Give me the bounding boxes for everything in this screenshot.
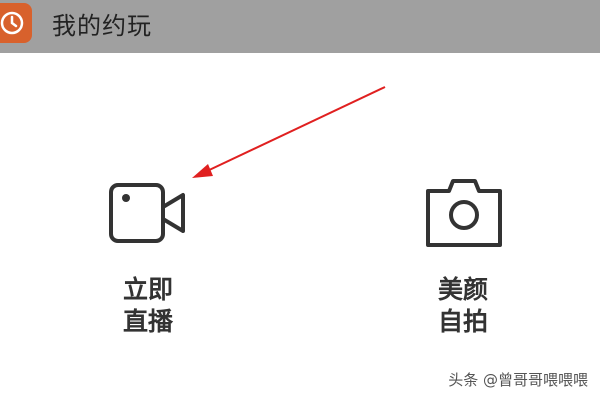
camera-icon — [426, 179, 502, 247]
video-camera-icon — [109, 183, 185, 243]
beauty-selfie-button[interactable]: 美颜 自拍 — [403, 175, 523, 345]
watermark-text: 头条 @曾哥哥喂喂喂 — [448, 371, 588, 389]
live-stream-button[interactable]: 立即 直播 — [88, 175, 208, 345]
live-stream-label-line1: 立即 — [122, 275, 173, 304]
beauty-selfie-label-line1: 美颜 — [437, 275, 488, 304]
page-title: 我的约玩 — [52, 12, 152, 40]
beauty-selfie-label-line2: 自拍 — [437, 307, 488, 336]
clock-icon[interactable] — [0, 3, 32, 43]
title-bar: 我的约玩 — [0, 0, 600, 53]
live-stream-label-line2: 直播 — [122, 307, 173, 336]
